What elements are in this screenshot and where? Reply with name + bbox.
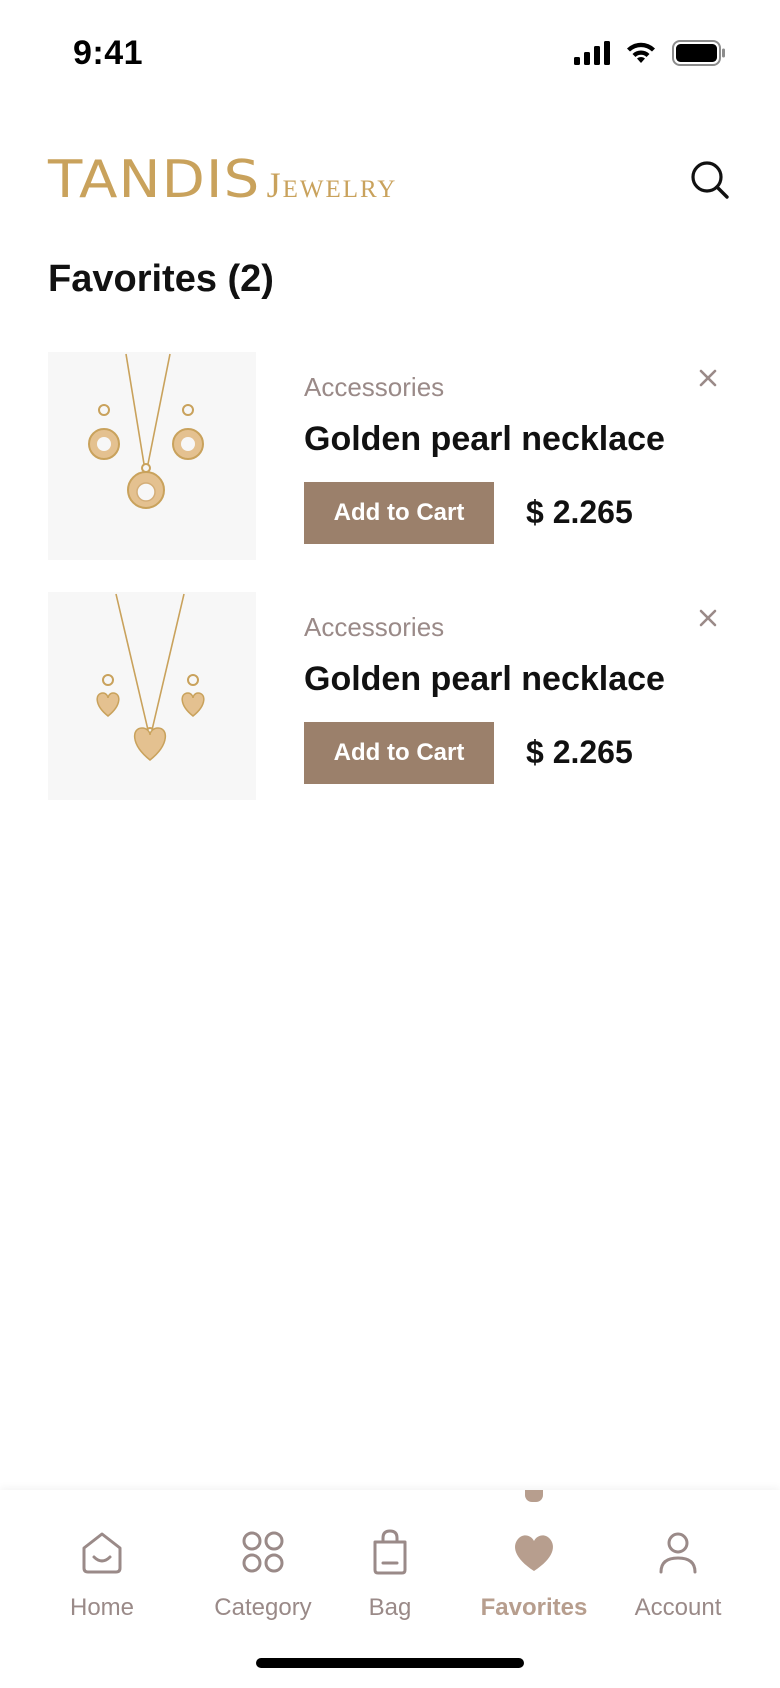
wifi-icon — [627, 42, 655, 63]
close-icon — [699, 609, 717, 627]
product-category: Accessories — [304, 372, 445, 402]
battery-icon — [672, 40, 725, 66]
round-pendant-jewelry-image — [88, 353, 204, 509]
favorite-item: Accessories Golden pearl necklace Add to… — [48, 592, 732, 800]
remove-favorite-button[interactable] — [694, 364, 722, 392]
status-bar: 9:41 — [0, 0, 780, 110]
product-image[interactable] — [48, 592, 256, 800]
tab-bag[interactable]: Bag — [320, 1528, 460, 1638]
app-header: TANDIS Jewelry — [48, 150, 732, 220]
home-indicator — [256, 1658, 524, 1668]
tab-label: Account — [634, 1594, 722, 1621]
account-icon — [659, 1532, 697, 1574]
heart-pendant-jewelry-image — [96, 593, 205, 761]
active-tab-indicator — [525, 1490, 543, 1502]
product-name[interactable]: Golden pearl necklace — [304, 660, 665, 699]
favorite-item: Accessories Golden pearl necklace Add to… — [48, 352, 732, 560]
brand-logo[interactable]: TANDIS Jewelry — [48, 150, 397, 210]
product-image[interactable] — [48, 352, 256, 560]
bag-icon — [373, 1529, 407, 1575]
status-time: 9:41 — [73, 34, 144, 72]
tab-label: Category — [214, 1594, 312, 1621]
cellular-signal-icon — [574, 41, 610, 65]
brand-name: TANDIS — [48, 150, 261, 210]
remove-favorite-button[interactable] — [694, 604, 722, 632]
tab-home[interactable]: Home — [32, 1528, 172, 1638]
product-name[interactable]: Golden pearl necklace — [304, 420, 665, 459]
tab-label: Bag — [368, 1594, 412, 1621]
product-price: $ 2.265 — [526, 494, 633, 530]
search-button[interactable] — [688, 158, 732, 202]
close-icon — [699, 369, 717, 387]
tab-label: Home — [69, 1594, 135, 1621]
tab-category[interactable]: Category — [193, 1528, 333, 1638]
page-title: Favorites (2) — [48, 258, 274, 300]
tab-label: Favorites — [480, 1594, 588, 1621]
category-icon — [242, 1531, 284, 1573]
home-icon — [82, 1532, 122, 1574]
add-to-cart-button[interactable]: Add to Cart — [304, 482, 494, 544]
tab-favorites[interactable]: Favorites — [464, 1528, 604, 1638]
tab-account[interactable]: Account — [608, 1528, 748, 1638]
product-price: $ 2.265 — [526, 734, 633, 770]
product-category: Accessories — [304, 612, 445, 642]
brand-subtitle: Jewelry — [266, 165, 398, 205]
status-icons — [574, 40, 726, 66]
search-icon — [691, 161, 729, 199]
add-to-cart-button[interactable]: Add to Cart — [304, 722, 494, 784]
heart-icon — [515, 1535, 553, 1571]
favorites-list: Accessories Golden pearl necklace Add to… — [48, 352, 732, 832]
